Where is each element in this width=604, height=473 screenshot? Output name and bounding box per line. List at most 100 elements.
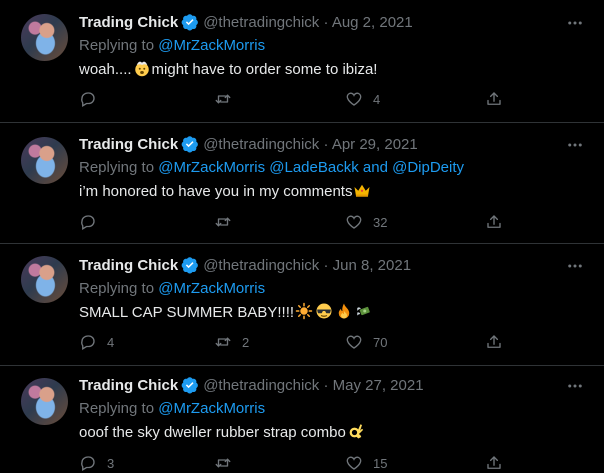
replying-to: Replying to @MrZackMorris [79, 399, 265, 419]
tweet-feed: Trading Chick @thetradingchick · Aug 2, 2… [0, 0, 604, 472]
tweet-text: i’m honored to have you in my comments [79, 181, 372, 202]
display-name[interactable]: Trading Chick [79, 14, 178, 31]
retweet-button[interactable] [214, 453, 242, 473]
tweet-date[interactable]: Apr 29, 2021 [332, 136, 418, 153]
share-button[interactable] [485, 453, 503, 473]
display-name[interactable]: Trading Chick [79, 377, 178, 394]
like-button[interactable]: 32 [345, 212, 387, 232]
avatar[interactable] [21, 137, 68, 184]
retweet-icon [215, 337, 231, 347]
handle[interactable]: @thetradingchick [203, 136, 319, 153]
more-icon[interactable] [566, 257, 584, 275]
retweet-icon [215, 217, 231, 227]
like-count: 70 [373, 334, 388, 350]
share-button[interactable] [485, 89, 503, 109]
mind-blown-emoji [134, 61, 149, 77]
separator-dot: · [323, 257, 329, 274]
mention-link[interactable]: @MrZackMorris [158, 280, 265, 297]
tweet[interactable]: Trading Chick @thetradingchick · May 27, … [0, 366, 604, 472]
mention-link[interactable]: @MrZackMorris @LadeBackk [158, 159, 359, 176]
like-count: 32 [373, 214, 388, 230]
reply-button[interactable] [79, 212, 107, 232]
handle[interactable]: @thetradingchick [203, 14, 319, 31]
tweet-header: Trading Chick @thetradingchick · Jun 8, 2… [79, 256, 411, 276]
tweet-header: Trading Chick @thetradingchick · Aug 2, 2… [79, 13, 413, 33]
tweet-text-after: might have to order some to ibiza! [151, 61, 378, 78]
verified-badge-icon [181, 257, 199, 274]
tweet-text: woah.... might have to order some to ibiz… [79, 59, 377, 80]
replying-to-label: Replying to [79, 37, 155, 54]
mention-join: and [362, 159, 388, 176]
verified-badge-icon [181, 377, 199, 394]
heart-icon [346, 335, 362, 349]
like-button[interactable]: 4 [345, 89, 380, 109]
tweet[interactable]: Trading Chick @thetradingchick · Apr 29, … [0, 123, 604, 244]
mention-link[interactable]: @DipDeity [392, 159, 464, 176]
retweet-icon [215, 458, 231, 468]
tweet-text-before: i’m honored to have you in my comments [79, 183, 353, 200]
separator-dot: · [323, 14, 329, 31]
mention-link[interactable]: @MrZackMorris [158, 400, 265, 417]
reply-icon [81, 215, 95, 230]
more-icon[interactable] [566, 136, 584, 154]
tweet-text: SMALL CAP SUMMER BABY!!!! [79, 302, 374, 323]
ok-hand-emoji [349, 424, 363, 439]
sunglasses-emoji [316, 303, 332, 319]
tweet-header: Trading Chick @thetradingchick · May 27, … [79, 376, 424, 396]
replying-to-label: Replying to [79, 280, 155, 297]
avatar[interactable] [21, 14, 68, 61]
avatar[interactable] [21, 256, 68, 303]
crown-emoji [354, 184, 370, 197]
reply-icon [81, 92, 95, 107]
handle[interactable]: @thetradingchick [203, 377, 319, 394]
reply-button[interactable]: 4 [79, 332, 114, 352]
verified-badge-icon [181, 136, 199, 153]
replying-to: Replying to @MrZackMorris [79, 36, 265, 56]
tweet[interactable]: Trading Chick @thetradingchick · Aug 2, 2… [0, 0, 604, 123]
replying-to: Replying to @MrZackMorris @LadeBackk and… [79, 158, 464, 178]
like-count: 4 [373, 91, 381, 107]
more-icon[interactable] [566, 14, 584, 32]
money-with-wings-emoji [357, 306, 370, 316]
like-count: 15 [373, 455, 388, 471]
like-button[interactable]: 70 [345, 332, 387, 352]
retweet-button[interactable]: 2 [214, 332, 249, 352]
reply-button[interactable]: 3 [79, 453, 114, 473]
fire-emoji [338, 303, 350, 319]
tweet-text-before: ooof the sky dweller rubber strap combo [79, 424, 346, 441]
reply-icon [81, 456, 95, 471]
mention-link[interactable]: @MrZackMorris [158, 37, 265, 54]
verified-badge-icon [181, 14, 199, 31]
share-icon [487, 215, 501, 228]
share-icon [487, 92, 501, 105]
retweet-button[interactable] [214, 89, 242, 109]
reply-count: 4 [107, 334, 115, 350]
retweet-button[interactable] [214, 212, 242, 232]
avatar[interactable] [21, 378, 68, 425]
tweet-text-before: woah.... [79, 61, 132, 78]
display-name[interactable]: Trading Chick [79, 257, 178, 274]
tweet-date[interactable]: May 27, 2021 [333, 377, 424, 394]
tweet-text: ooof the sky dweller rubber strap combo [79, 422, 366, 443]
share-icon [487, 456, 501, 469]
replying-to: Replying to @MrZackMorris [79, 279, 265, 299]
reply-button[interactable] [79, 89, 107, 109]
separator-dot: · [323, 136, 329, 153]
retweet-count: 2 [242, 334, 250, 350]
tweet[interactable]: Trading Chick @thetradingchick · Jun 8, 2… [0, 244, 604, 366]
replying-to-label: Replying to [79, 400, 155, 417]
tweet-date[interactable]: Jun 8, 2021 [333, 257, 411, 274]
more-icon[interactable] [566, 377, 584, 395]
like-button[interactable]: 15 [345, 453, 387, 473]
separator-dot: · [323, 377, 329, 394]
reply-icon [81, 335, 95, 350]
share-button[interactable] [485, 212, 503, 232]
display-name[interactable]: Trading Chick [79, 136, 178, 153]
heart-icon [346, 456, 362, 470]
share-button[interactable] [485, 332, 503, 352]
sun-emoji [295, 302, 313, 320]
share-icon [487, 335, 501, 348]
tweet-header: Trading Chick @thetradingchick · Apr 29, … [79, 135, 418, 155]
handle[interactable]: @thetradingchick [203, 257, 319, 274]
tweet-date[interactable]: Aug 2, 2021 [332, 14, 413, 31]
